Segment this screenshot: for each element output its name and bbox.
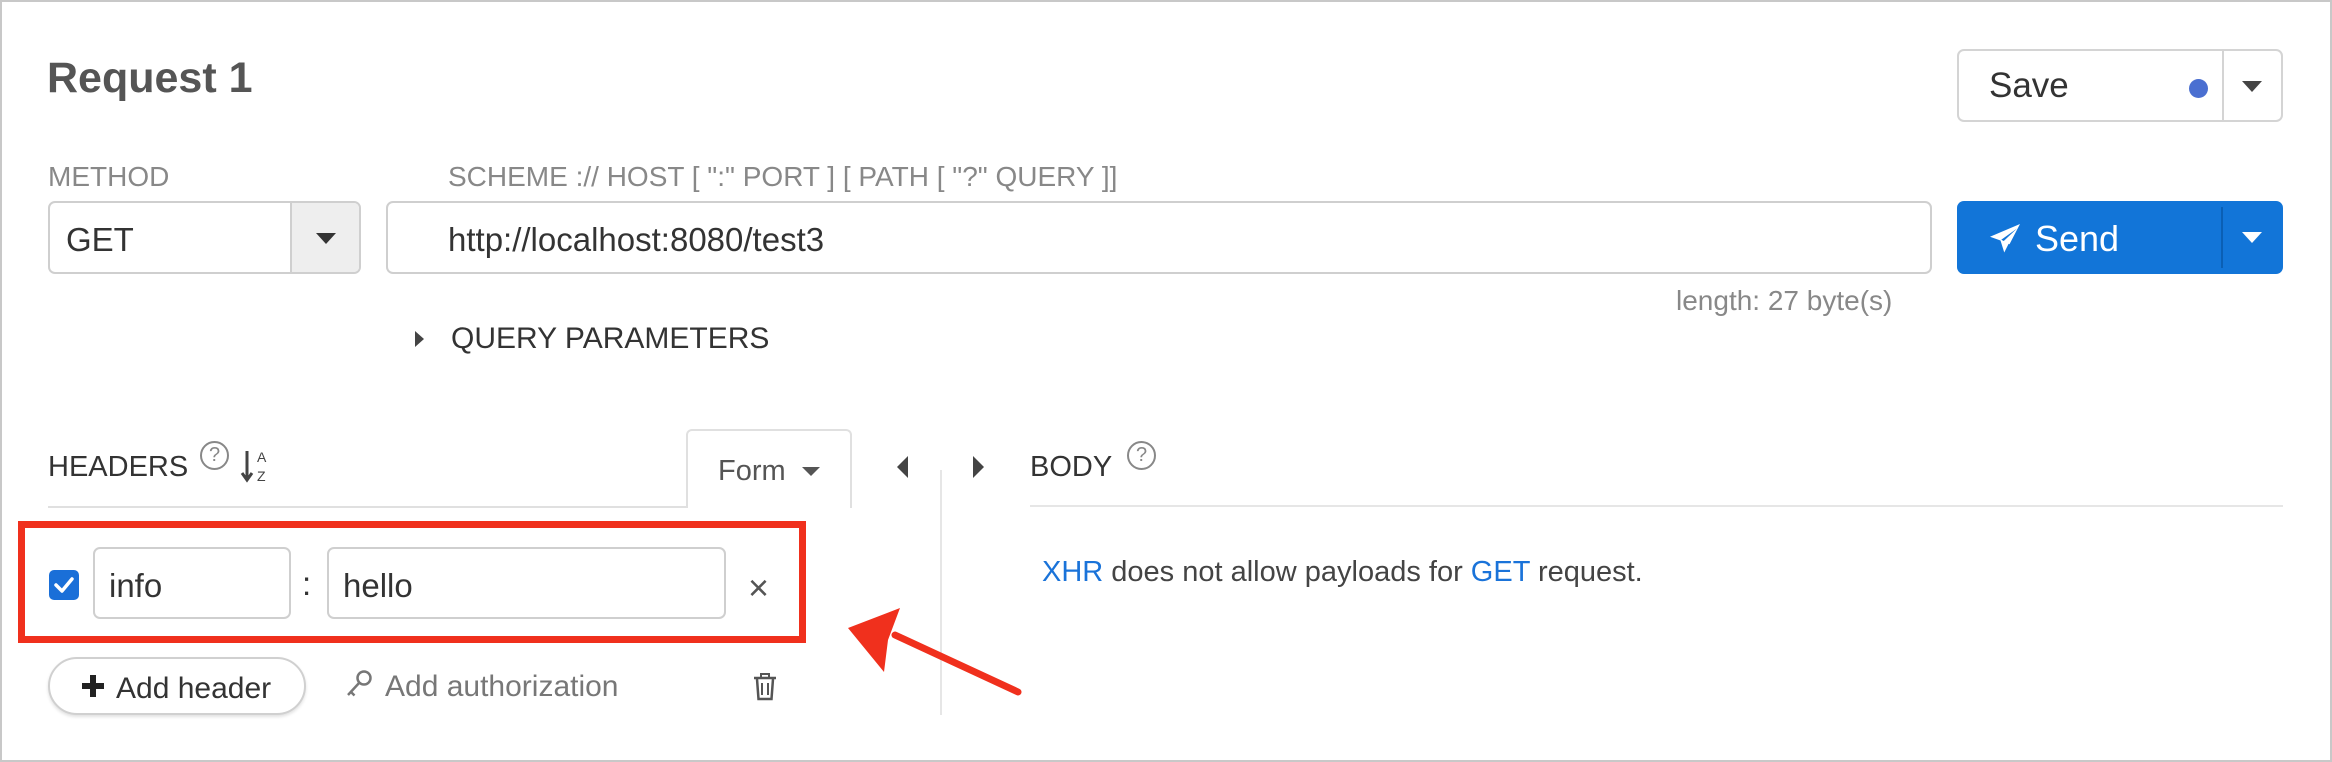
svg-text:A: A (257, 449, 267, 465)
query-parameters-label: QUERY PARAMETERS (451, 322, 770, 355)
body-label: BODY (1030, 451, 1113, 483)
view-mode-label: Form (718, 455, 786, 487)
chevron-down-icon (802, 467, 820, 476)
sort-alpha-icon[interactable]: A Z (240, 447, 272, 485)
caret-right-icon (415, 331, 424, 347)
headers-view-mode-dropdown[interactable]: Form (686, 429, 852, 508)
header-value-value: hello (343, 567, 413, 604)
header-enabled-checkbox[interactable] (49, 570, 79, 600)
plus-icon (82, 675, 104, 697)
expand-right-icon[interactable] (973, 456, 984, 478)
checkmark-icon (54, 577, 74, 593)
trash-icon[interactable] (752, 672, 778, 702)
header-separator: : (302, 565, 312, 602)
header-name-value: info (109, 567, 163, 604)
url-length: length: 27 byte(s) (1676, 285, 1893, 316)
get-link[interactable]: GET (1471, 556, 1530, 588)
send-button[interactable]: Send (1957, 201, 2221, 274)
save-button-label: Save (1989, 66, 2069, 105)
add-header-button[interactable]: Add header (48, 657, 306, 715)
url-input[interactable]: http://localhost:8080/test3 (386, 201, 1932, 274)
body-message-text-end: request. (1529, 556, 1643, 588)
chevron-down-icon (2242, 81, 2262, 92)
header-value-input[interactable]: hello (327, 547, 726, 619)
headers-label: HEADERS (48, 451, 189, 483)
save-button-group: Save (1957, 49, 2283, 122)
method-value: GET (66, 221, 134, 258)
url-value: http://localhost:8080/test3 (448, 221, 825, 258)
body-message: XHR does not allow payloads for GET requ… (1042, 556, 1643, 589)
chevron-down-icon (2242, 232, 2262, 243)
annotation-arrow (848, 608, 1022, 696)
send-button-label: Send (2035, 218, 2120, 259)
method-dropdown-button[interactable] (290, 203, 359, 272)
body-divider (1030, 505, 2283, 507)
header-name-input[interactable]: info (93, 547, 291, 619)
url-format-label: SCHEME :// HOST [ ":" PORT ] [ PATH [ "?… (448, 161, 1118, 192)
key-icon[interactable] (344, 668, 374, 700)
svg-text:Z: Z (257, 468, 266, 484)
request-title: Request 1 (47, 54, 253, 102)
method-label: METHOD (48, 161, 170, 192)
method-select[interactable]: GET (48, 201, 361, 274)
save-button[interactable]: Save (1959, 51, 2222, 120)
add-authorization-button[interactable]: Add authorization (385, 670, 619, 704)
headers-divider (48, 506, 688, 508)
help-icon[interactable]: ? (200, 441, 229, 470)
paper-plane-icon (1990, 224, 2020, 253)
save-options-dropdown[interactable] (2224, 51, 2281, 120)
xhr-link[interactable]: XHR (1042, 556, 1103, 588)
send-button-group: Send (1957, 201, 2283, 274)
chevron-down-icon (316, 233, 336, 244)
body-message-text: does not allow payloads for (1103, 556, 1471, 588)
unsaved-indicator-dot (2189, 79, 2208, 98)
help-icon[interactable]: ? (1127, 441, 1156, 470)
collapse-left-icon[interactable] (897, 456, 908, 478)
remove-header-icon[interactable]: × (748, 570, 769, 606)
send-options-dropdown[interactable] (2223, 201, 2283, 274)
add-header-label: Add header (116, 672, 272, 705)
